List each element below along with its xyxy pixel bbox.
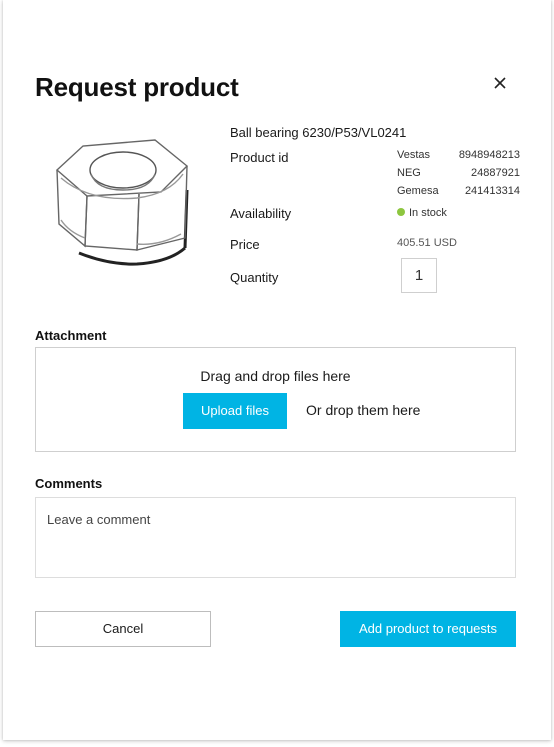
availability-value: In stock — [409, 207, 447, 219]
upload-files-button[interactable]: Upload files — [183, 393, 287, 429]
supplier-product-id: 24887921 — [471, 167, 520, 179]
product-name: Ball bearing 6230/P53/VL0241 — [230, 125, 407, 140]
quantity-label: Quantity — [230, 270, 279, 285]
comment-placeholder: Leave a comment — [47, 512, 151, 527]
add-to-requests-button[interactable]: Add product to requests — [340, 611, 516, 647]
request-product-dialog: Request product Ball bearing 6230/P53/VL… — [3, 0, 551, 740]
price-label: Price — [230, 237, 260, 252]
attachment-label: Attachment — [35, 328, 107, 343]
dialog-title: Request product — [35, 72, 239, 102]
quantity-input[interactable]: 1 — [401, 258, 437, 293]
price-value: 405.51 USD — [397, 237, 457, 249]
cancel-button[interactable]: Cancel — [35, 611, 211, 647]
dropzone-text: Drag and drop files here — [200, 368, 351, 384]
supplier-name: Gemesa — [397, 185, 439, 197]
in-stock-dot-icon — [397, 208, 405, 216]
supplier-name: NEG — [397, 167, 421, 179]
availability-label: Availability — [230, 206, 292, 221]
comments-label: Comments — [35, 476, 103, 491]
supplier-product-id: 8948948213 — [458, 149, 520, 161]
comment-field[interactable]: Leave a comment — [35, 497, 516, 578]
close-icon[interactable] — [489, 72, 511, 94]
product-id-label: Product id — [230, 150, 289, 165]
supplier-product-id: 241413314 — [464, 185, 520, 197]
drop-alt-text: Or drop them here — [306, 402, 421, 418]
hex-nut-icon — [49, 128, 197, 276]
availability-status: In stock — [397, 207, 447, 219]
supplier-name: Vestas — [397, 149, 431, 161]
file-dropzone[interactable]: Drag and drop files here Upload files Or… — [35, 347, 516, 452]
